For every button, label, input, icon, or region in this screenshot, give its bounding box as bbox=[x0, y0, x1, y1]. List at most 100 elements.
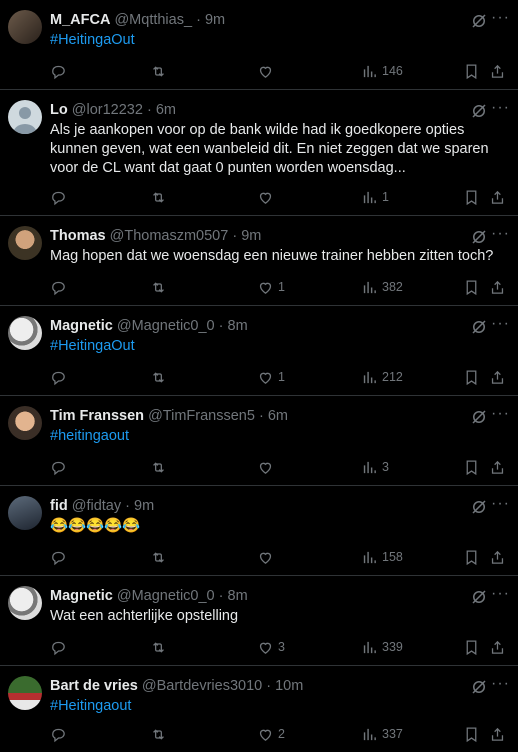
timestamp[interactable]: 9m bbox=[205, 12, 225, 28]
views-button[interactable]: 158 bbox=[361, 547, 403, 567]
grok-icon[interactable] bbox=[470, 318, 488, 336]
views-button[interactable]: 1 bbox=[361, 187, 389, 207]
reply-button[interactable] bbox=[50, 457, 67, 477]
handle[interactable]: @Mqtthias_ bbox=[114, 12, 192, 28]
share-button[interactable] bbox=[489, 367, 506, 387]
like-button[interactable]: 3 bbox=[257, 637, 285, 657]
retweet-button[interactable] bbox=[150, 187, 167, 207]
tweet-text[interactable]: #HeitingaOut bbox=[50, 337, 506, 356]
display-name[interactable]: Tim Franssen bbox=[50, 408, 144, 424]
retweet-button[interactable] bbox=[150, 277, 167, 297]
reply-button[interactable] bbox=[50, 61, 67, 81]
handle[interactable]: @Bartdevries3010 bbox=[142, 678, 262, 694]
grok-icon[interactable] bbox=[470, 588, 488, 606]
avatar[interactable] bbox=[8, 100, 42, 134]
grok-icon[interactable] bbox=[470, 498, 488, 516]
display-name[interactable]: Magnetic bbox=[50, 318, 113, 334]
retweet-button[interactable] bbox=[150, 61, 167, 81]
more-icon[interactable]: ··· bbox=[491, 496, 510, 512]
display-name[interactable]: fid bbox=[50, 498, 68, 514]
timestamp[interactable]: 9m bbox=[134, 498, 154, 514]
reply-button[interactable] bbox=[50, 367, 67, 387]
more-icon[interactable]: ··· bbox=[491, 226, 510, 242]
timestamp[interactable]: 8m bbox=[228, 588, 248, 604]
display-name[interactable]: Magnetic bbox=[50, 588, 113, 604]
grok-icon[interactable] bbox=[470, 408, 488, 426]
tweet[interactable]: M_AFCA @Mqtthias_ · 9m #HeitingaOut ··· … bbox=[0, 0, 518, 90]
tweet-text[interactable]: #HeitingaOut bbox=[50, 31, 506, 50]
more-icon[interactable]: ··· bbox=[491, 100, 510, 116]
grok-icon[interactable] bbox=[470, 678, 488, 696]
like-button[interactable] bbox=[257, 187, 278, 207]
tweet[interactable]: Magnetic @Magnetic0_0 · 8m Wat een achte… bbox=[0, 576, 518, 666]
tweet-text[interactable]: #Heitingaout bbox=[50, 697, 506, 716]
bookmark-button[interactable] bbox=[463, 367, 480, 387]
bookmark-button[interactable] bbox=[463, 61, 480, 81]
more-icon[interactable]: ··· bbox=[491, 406, 510, 422]
bookmark-button[interactable] bbox=[463, 277, 480, 297]
share-button[interactable] bbox=[489, 724, 506, 744]
avatar[interactable] bbox=[8, 406, 42, 440]
bookmark-button[interactable] bbox=[463, 547, 480, 567]
more-icon[interactable]: ··· bbox=[491, 316, 510, 332]
avatar[interactable] bbox=[8, 676, 42, 710]
retweet-button[interactable] bbox=[150, 547, 167, 567]
display-name[interactable]: Thomas bbox=[50, 228, 106, 244]
tweet-text[interactable]: #heitingaout bbox=[50, 427, 506, 446]
grok-icon[interactable] bbox=[470, 228, 488, 246]
share-button[interactable] bbox=[489, 457, 506, 477]
like-button[interactable]: 1 bbox=[257, 277, 285, 297]
timestamp[interactable]: 6m bbox=[156, 102, 176, 118]
reply-button[interactable] bbox=[50, 724, 67, 744]
bookmark-button[interactable] bbox=[463, 637, 480, 657]
handle[interactable]: @Magnetic0_0 bbox=[117, 588, 215, 604]
tweet-text[interactable]: Wat een achterlijke opstelling bbox=[50, 607, 506, 626]
views-button[interactable]: 3 bbox=[361, 457, 389, 477]
share-button[interactable] bbox=[489, 637, 506, 657]
avatar[interactable] bbox=[8, 496, 42, 530]
tweet[interactable]: Bart de vries @Bartdevries3010 · 10m #He… bbox=[0, 666, 518, 752]
tweet[interactable]: Thomas @Thomaszm0507 · 9m Mag hopen dat … bbox=[0, 216, 518, 306]
handle[interactable]: @TimFranssen5 bbox=[148, 408, 255, 424]
share-button[interactable] bbox=[489, 61, 506, 81]
bookmark-button[interactable] bbox=[463, 457, 480, 477]
tweet[interactable]: Lo @lor12232 · 6m Als je aankopen voor o… bbox=[0, 90, 518, 216]
like-button[interactable]: 2 bbox=[257, 724, 285, 744]
avatar[interactable] bbox=[8, 586, 42, 620]
display-name[interactable]: M_AFCA bbox=[50, 12, 110, 28]
timestamp[interactable]: 9m bbox=[241, 228, 261, 244]
views-button[interactable]: 339 bbox=[361, 637, 403, 657]
tweet-text[interactable]: Mag hopen dat we woensdag een nieuwe tra… bbox=[50, 247, 506, 266]
reply-button[interactable] bbox=[50, 547, 67, 567]
views-button[interactable]: 146 bbox=[361, 61, 403, 81]
timestamp[interactable]: 8m bbox=[228, 318, 248, 334]
display-name[interactable]: Lo bbox=[50, 102, 68, 118]
tweet-text[interactable]: Als je aankopen voor op de bank wilde ha… bbox=[50, 121, 506, 178]
retweet-button[interactable] bbox=[150, 724, 167, 744]
bookmark-button[interactable] bbox=[463, 724, 480, 744]
tweet[interactable]: fid @fidtay · 9m 😂😂😂😂😂 ··· 158 bbox=[0, 486, 518, 576]
display-name[interactable]: Bart de vries bbox=[50, 678, 138, 694]
reply-button[interactable] bbox=[50, 277, 67, 297]
handle[interactable]: @Thomaszm0507 bbox=[110, 228, 229, 244]
retweet-button[interactable] bbox=[150, 457, 167, 477]
views-button[interactable]: 382 bbox=[361, 277, 403, 297]
handle[interactable]: @lor12232 bbox=[72, 102, 143, 118]
handle[interactable]: @Magnetic0_0 bbox=[117, 318, 215, 334]
handle[interactable]: @fidtay bbox=[72, 498, 121, 514]
timestamp[interactable]: 6m bbox=[268, 408, 288, 424]
reply-button[interactable] bbox=[50, 187, 67, 207]
more-icon[interactable]: ··· bbox=[491, 676, 510, 692]
grok-icon[interactable] bbox=[470, 12, 488, 30]
share-button[interactable] bbox=[489, 187, 506, 207]
reply-button[interactable] bbox=[50, 637, 67, 657]
avatar[interactable] bbox=[8, 226, 42, 260]
avatar[interactable] bbox=[8, 316, 42, 350]
tweet[interactable]: Tim Franssen @TimFranssen5 · 6m #heiting… bbox=[0, 396, 518, 486]
tweet[interactable]: Magnetic @Magnetic0_0 · 8m #HeitingaOut … bbox=[0, 306, 518, 396]
bookmark-button[interactable] bbox=[463, 187, 480, 207]
retweet-button[interactable] bbox=[150, 637, 167, 657]
views-button[interactable]: 337 bbox=[361, 724, 403, 744]
like-button[interactable]: 1 bbox=[257, 367, 285, 387]
retweet-button[interactable] bbox=[150, 367, 167, 387]
